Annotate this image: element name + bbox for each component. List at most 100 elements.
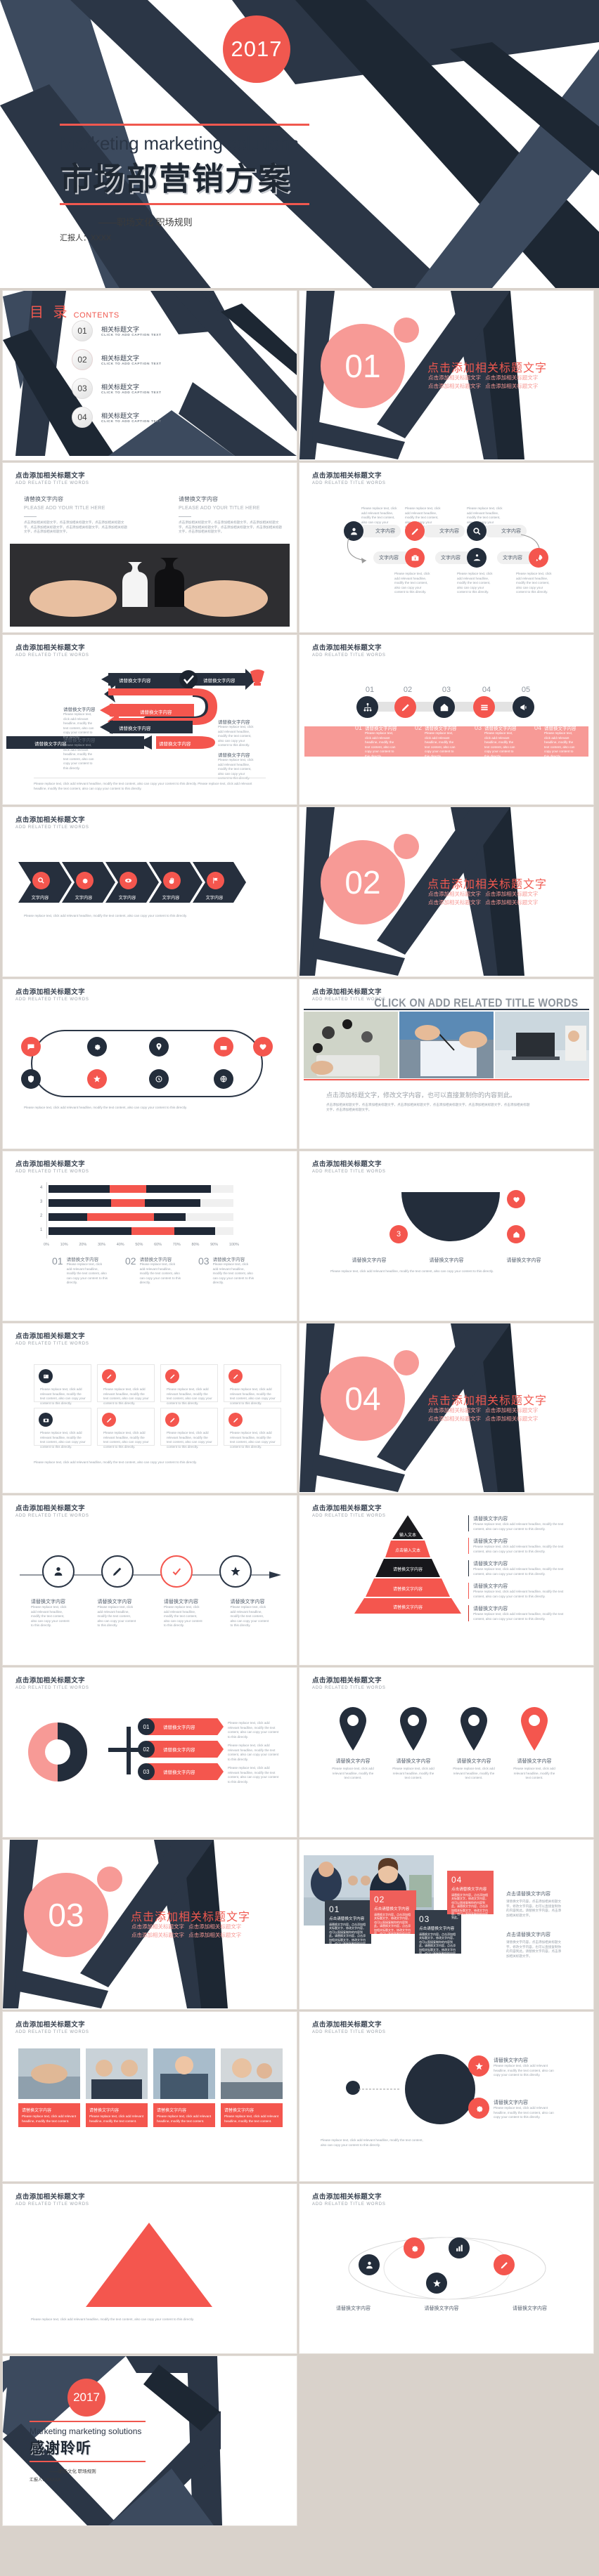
pencil-icon[interactable] — [101, 1555, 134, 1588]
pin-icon[interactable] — [519, 1707, 550, 1751]
slide-photo-strip[interactable]: 点击添加相关标题文字 ADD RELATED TITLE WORDS CLICK… — [300, 979, 593, 1149]
user-icon[interactable] — [359, 2254, 380, 2275]
globe-icon[interactable] — [214, 1069, 233, 1089]
venn-label-bar[interactable]: 请替换文字内容 — [148, 1718, 224, 1735]
slide-racetrack-loop[interactable]: 点击添加相关标题文字 ADD RELATED TITLE WORDS Pleas… — [3, 979, 297, 1149]
gear-icon[interactable] — [87, 1037, 107, 1057]
slide-section-02[interactable]: 02 点击添加相关标题文字 点击添加相关标题文字 点击添加相关标题文字 点击添加… — [300, 807, 593, 976]
user-icon[interactable] — [42, 1555, 75, 1588]
cluster-footer: Please replace text, click add relevant … — [321, 2138, 423, 2147]
chart-icon[interactable] — [449, 2237, 470, 2258]
racetrack-footer: Please replace text, click add relevant … — [24, 1106, 188, 1109]
slide-section-04[interactable]: 04 点击添加相关标题文字 点击添加相关标题文字 点击添加相关标题文字 点击添加… — [300, 1323, 593, 1493]
pencil-icon[interactable] — [394, 696, 416, 718]
slide-pyramid[interactable]: 点击添加相关标题文字 ADD RELATED TITLE WORDS 输入文本 … — [300, 1496, 593, 1665]
slide-stacked-bar-chart[interactable]: 点击添加相关标题文字 ADD RELATED TITLE WORDS 4 3 2 — [3, 1151, 297, 1321]
check-icon[interactable] — [160, 1555, 193, 1588]
slide-circle-cluster[interactable]: 点击添加相关标题文字 ADD RELATED TITLE WORDS 请替换文字… — [300, 2012, 593, 2181]
rocket-icon[interactable] — [529, 548, 548, 568]
gear-icon[interactable] — [404, 2237, 425, 2258]
slide-six-icon-pills[interactable]: 点击添加相关标题文字 ADD RELATED TITLE WORDS Pleas… — [300, 463, 593, 632]
search-icon[interactable] — [32, 872, 50, 889]
pencil-icon[interactable] — [165, 1413, 179, 1427]
menu-icon[interactable] — [473, 696, 495, 718]
heart-icon[interactable] — [507, 1190, 525, 1208]
photo-icon[interactable] — [39, 1413, 53, 1427]
slide-icon-grid[interactable]: 点击添加相关标题文字 ADD RELATED TITLE WORDS Pleas… — [3, 1323, 297, 1493]
star-icon[interactable] — [426, 2273, 447, 2294]
hierarchy-icon[interactable] — [356, 696, 378, 718]
briefcase-icon[interactable] — [405, 548, 425, 568]
toc-heading-en: CONTENTS — [73, 311, 120, 320]
venn-label-bar[interactable]: 请替换文字内容 — [148, 1741, 224, 1758]
slide-map-pins[interactable]: 点击添加相关标题文字 ADD RELATED TITLE WORDS 请替换文字… — [300, 1668, 593, 1837]
slide-table-of-contents[interactable]: 目 录 CONTENTS 01 相关标题文字 CLICK TO ADD CAPT… — [3, 291, 297, 460]
grid-cell[interactable]: Please replace text, click add relevant … — [97, 1364, 155, 1405]
flag-icon[interactable] — [207, 872, 224, 889]
toc-item[interactable]: 02 相关标题文字 CLICK TO ADD CAPTION TEXT — [72, 349, 247, 370]
shield-icon[interactable] — [21, 1069, 41, 1089]
slide-circle-flow[interactable]: 点击添加相关标题文字 ADD RELATED TITLE WORDS 请替换文字… — [3, 1496, 297, 1665]
slide-triangle[interactable]: 点击添加相关标题文字 ADD RELATED TITLE WORDS Pleas… — [3, 2184, 297, 2353]
chat-icon[interactable] — [21, 1037, 41, 1057]
pencil-icon[interactable] — [494, 2254, 515, 2275]
grid-cell[interactable]: Please replace text, click add relevant … — [34, 1364, 91, 1405]
pencil-icon[interactable] — [228, 1369, 243, 1383]
venn-label-bar[interactable]: 请替换文字内容 — [148, 1763, 224, 1780]
meeting-card[interactable]: 04 点击请替换文字内容 请替换文字内容，点击添加相关标题文字，修改文字内容，也… — [447, 1871, 494, 1919]
pin-label: 请替换文字内容 — [396, 1759, 431, 1764]
slide-snake-arrow-process[interactable]: 点击添加相关标题文字 ADD RELATED TITLE WORDS 请替换文字… — [3, 635, 297, 804]
slide-thank-you[interactable]: 2017 Marketing marketing solutions 感谢聆听 … — [3, 2356, 297, 2525]
pencil-icon[interactable] — [228, 1413, 243, 1427]
grid-cell[interactable]: Please replace text, click add relevant … — [97, 1408, 155, 1449]
slide-network-nodes[interactable]: 点击添加相关标题文字 ADD RELATED TITLE WORDS 请替换文字… — [300, 2184, 593, 2353]
cover-slide[interactable]: 2017 Marketing marketing solutions 市场部营销… — [0, 0, 599, 288]
slide-timeline-band[interactable]: 点击添加相关标题文字 ADD RELATED TITLE WORDS 01 02… — [300, 635, 593, 804]
badge-number: 3 — [389, 1225, 408, 1243]
star-icon[interactable] — [219, 1555, 252, 1588]
home-icon[interactable] — [507, 1225, 525, 1243]
clock-icon[interactable] — [149, 1069, 169, 1089]
section-number: 03 — [48, 1897, 84, 1933]
slide-section-01[interactable]: 01 点击添加相关标题文字 点击添加相关标题文字 点击添加相关标题文字 点击添加… — [300, 291, 593, 460]
calendar-icon[interactable] — [214, 1037, 233, 1057]
pin-icon[interactable] — [337, 1707, 368, 1751]
image-icon[interactable] — [39, 1369, 53, 1383]
toc-item[interactable]: 03 相关标题文字 CLICK TO ADD CAPTION TEXT — [72, 378, 247, 399]
eye-icon[interactable] — [120, 872, 137, 889]
home-icon[interactable] — [433, 696, 455, 718]
pin-icon[interactable] — [398, 1707, 429, 1751]
slide-two-column-photo[interactable]: 点击添加相关标题文字 ADD RELATED TITLE WORDS 请替换文字… — [3, 463, 297, 632]
slide-semicircle-diagram[interactable]: 点击添加相关标题文字 ADD RELATED TITLE WORDS 3 请替换… — [300, 1151, 593, 1321]
pin-icon[interactable] — [149, 1037, 169, 1057]
star-icon[interactable] — [87, 1069, 107, 1089]
megaphone-icon[interactable] — [513, 696, 534, 718]
slide-venn-chevrons[interactable]: 点击添加相关标题文字 ADD RELATED TITLE WORDS 请替换文字… — [3, 1668, 297, 1837]
grid-cell[interactable]: Please replace text, click add relevant … — [160, 1364, 218, 1405]
pencil-icon[interactable] — [165, 1369, 179, 1383]
meeting-card[interactable]: 02 点击请替换文字内容 请替换文字内容，点击添加相关标题文字，修改文字内容，也… — [370, 1890, 416, 1939]
presenter-icon[interactable] — [467, 548, 487, 568]
slide-section-03[interactable]: 03 点击添加相关标题文字 点击添加相关标题文字 点击添加相关标题文字 点击添加… — [3, 1840, 297, 2009]
pin-icon[interactable] — [458, 1707, 489, 1751]
grid-cell[interactable]: Please replace text, click add relevant … — [160, 1408, 218, 1449]
toc-item[interactable]: 01 相关标题文字 CLICK TO ADD CAPTION TEXT — [72, 320, 247, 341]
slide-meeting-cards[interactable]: 01 点击请替换文字内容 请替换文字内容，点击添加相关标题文字，修改文字内容，也… — [300, 1840, 593, 2009]
grid-cell[interactable]: Please replace text, click add relevant … — [34, 1408, 91, 1449]
toc-item[interactable]: 04 相关标题文字 CLICK TO ADD CAPTION TEXT — [72, 407, 247, 428]
slide-chevron-steps[interactable]: 点击添加相关标题文字 ADD RELATED TITLE WORDS 文字内容 … — [3, 807, 297, 976]
hand-icon[interactable] — [163, 872, 181, 889]
grid-cell[interactable]: Please replace text, click add relevant … — [224, 1364, 281, 1405]
gear-icon[interactable] — [76, 872, 94, 889]
meeting-card[interactable]: 01 点击请替换文字内容 请替换文字内容，点击添加相关标题文字，修改文字内容，也… — [325, 1900, 371, 1949]
pencil-icon[interactable] — [405, 521, 425, 541]
search-icon[interactable] — [467, 521, 487, 541]
star-icon[interactable] — [468, 2055, 489, 2077]
gear-icon[interactable] — [468, 2098, 489, 2119]
pencil-icon[interactable] — [102, 1413, 116, 1427]
chart-footnote: 01 请替换文字内容 Please replace text, click ad… — [52, 1255, 108, 1286]
pencil-icon[interactable] — [102, 1369, 116, 1383]
slide-photo-gallery[interactable]: 点击添加相关标题文字 ADD RELATED TITLE WORDS 请替换文字… — [3, 2012, 297, 2181]
grid-cell[interactable]: Please replace text, click add relevant … — [224, 1408, 281, 1449]
heart-icon[interactable] — [253, 1037, 273, 1057]
